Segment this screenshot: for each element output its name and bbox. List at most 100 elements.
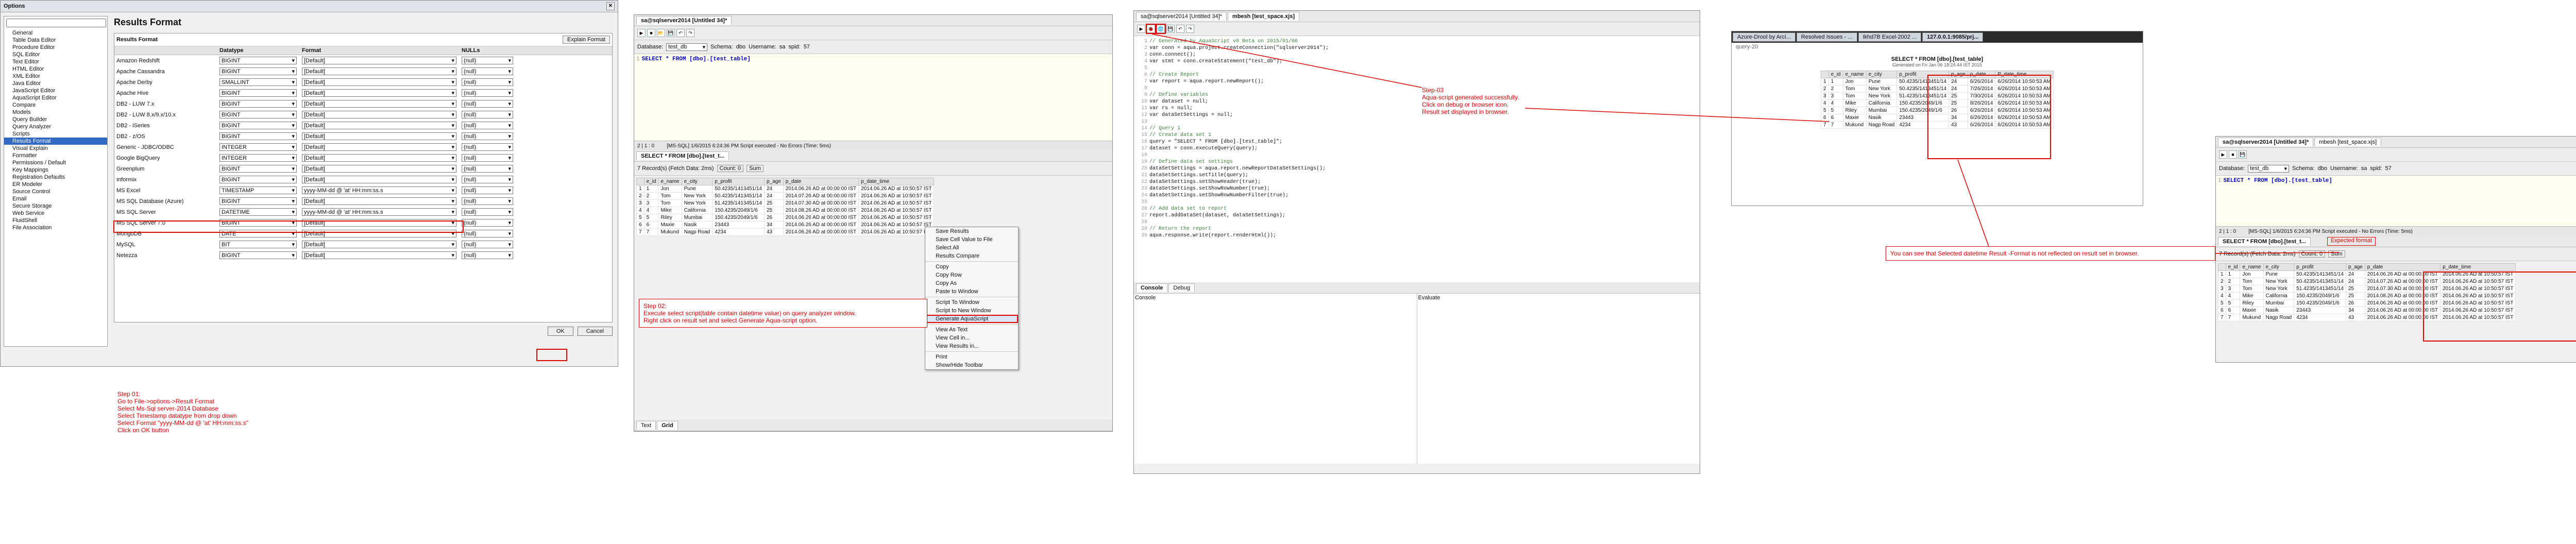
menu-item[interactable]: View Results in...: [925, 342, 1018, 350]
grid-cell[interactable]: 150.4235/2049/1/6: [2294, 299, 2346, 307]
grid-cell[interactable]: 2014.06.26 AD at 10:50:57 IST: [858, 192, 935, 200]
nulls-select[interactable]: (null) ▾: [462, 89, 513, 97]
grid-cell[interactable]: 2014.06.26 AD at 10:50:57 IST: [858, 207, 935, 214]
grid-cell[interactable]: 26: [764, 214, 784, 222]
grid-cell[interactable]: Maxie: [1842, 114, 1867, 122]
grid-cell[interactable]: 4: [1821, 99, 1829, 107]
grid-cell[interactable]: Nagp Road: [2263, 314, 2295, 321]
grid-cell[interactable]: 51.4235/1413451/14: [2294, 285, 2346, 293]
grid-cell[interactable]: 1: [2225, 270, 2241, 278]
tree-item[interactable]: Formatter: [4, 152, 107, 159]
nulls-select[interactable]: (null) ▾: [462, 208, 513, 216]
datatype-select[interactable]: BIGINT ▾: [219, 176, 297, 183]
grid-cell[interactable]: 7: [2218, 314, 2226, 321]
nulls-select[interactable]: (null) ▾: [462, 176, 513, 183]
grid-cell[interactable]: Jon: [2240, 270, 2264, 278]
tree-item[interactable]: Key Mappings: [4, 166, 107, 174]
grid-cell[interactable]: 150.4235/2049/1/6: [712, 214, 765, 222]
datatype-select[interactable]: BIGINT ▾: [219, 197, 297, 205]
browser-tab-4[interactable]: 127.0.0.1:9085/prj...: [1922, 32, 1984, 42]
grid-cell[interactable]: 2: [636, 192, 645, 200]
nulls-select[interactable]: (null) ▾: [462, 165, 513, 173]
text-tab[interactable]: Text: [636, 421, 656, 430]
menu-item[interactable]: Copy As: [925, 279, 1018, 287]
datatype-select[interactable]: BIGINT ▾: [219, 111, 297, 118]
grid-tab[interactable]: Grid: [657, 421, 678, 430]
grid-header-cell[interactable]: [636, 178, 645, 185]
grid-cell[interactable]: 34: [2345, 307, 2365, 314]
grid-cell[interactable]: 2014.06.26 AD at 00:00:00 IST: [783, 221, 859, 229]
tree-item[interactable]: Email: [4, 195, 107, 202]
database-select[interactable]: test_db ▾: [666, 43, 708, 51]
format-select[interactable]: [Default] ▾: [302, 251, 456, 259]
tree-item[interactable]: Table Data Editor: [4, 37, 107, 44]
grid-cell[interactable]: Jon: [1842, 78, 1867, 86]
save-icon[interactable]: 💾: [667, 29, 675, 37]
browser-tab-2[interactable]: Resolved Issues - ...: [1796, 32, 1857, 42]
tree-item[interactable]: Registration Defaults: [4, 174, 107, 181]
format-select[interactable]: [Default] ▾: [302, 165, 456, 173]
grid-cell[interactable]: 5: [643, 214, 659, 222]
close-icon[interactable]: ✕: [606, 2, 615, 10]
stop-icon[interactable]: ■: [647, 29, 655, 37]
nulls-select[interactable]: (null) ▾: [462, 100, 513, 108]
save-icon[interactable]: 💾: [1166, 25, 1175, 33]
grid-cell[interactable]: 25: [2345, 285, 2365, 293]
grid-cell[interactable]: 150.4235/2049/1/6: [712, 207, 765, 214]
run-icon[interactable]: ▶: [1137, 25, 1145, 33]
table-row[interactable]: 1 1 Jon Pune 50.4235/1413451/14 24 2014.06.26 …: [636, 185, 935, 193]
format-select[interactable]: [Default] ▾: [302, 132, 456, 140]
datatype-select[interactable]: BIGINT ▾: [219, 67, 297, 75]
grid-cell[interactable]: 7: [1821, 121, 1829, 129]
menu-item[interactable]: Save Cell Value to File: [925, 235, 1018, 244]
datatype-select[interactable]: BIGINT ▾: [219, 165, 297, 173]
grid-cell[interactable]: Nagp Road: [1866, 121, 1897, 129]
grid-header-cell[interactable]: e_name: [2240, 263, 2264, 271]
grid-cell[interactable]: California: [681, 207, 713, 214]
format-select[interactable]: [Default] ▾: [302, 67, 456, 75]
format-select[interactable]: [Default] ▾: [302, 143, 456, 151]
menu-item[interactable]: Copy Row: [925, 271, 1018, 279]
grid-cell[interactable]: 34: [764, 221, 784, 229]
grid-cell[interactable]: 4234: [712, 228, 765, 236]
grid-cell[interactable]: Tom: [658, 199, 682, 207]
qa-tab-1[interactable]: sa@sqlserver2014 [Untitled 34]*: [636, 16, 732, 25]
tree-item[interactable]: Visual Explain: [4, 145, 107, 152]
grid-header-cell[interactable]: e_name: [1842, 71, 1867, 78]
format-select[interactable]: [Default] ▾: [302, 241, 456, 248]
nulls-select[interactable]: (null) ▾: [462, 251, 513, 259]
datatype-select[interactable]: BIGINT ▾: [219, 132, 297, 140]
grid-cell[interactable]: Mukund: [2240, 314, 2264, 321]
grid-cell[interactable]: Pune: [681, 185, 713, 193]
grid-cell[interactable]: 6: [2218, 307, 2226, 314]
grid-header-cell[interactable]: p_date: [2364, 263, 2441, 271]
grid-cell[interactable]: 50.4235/1413451/14: [712, 192, 765, 200]
tree-item[interactable]: Compare: [4, 101, 107, 109]
grid-header-cell[interactable]: e_id: [2225, 263, 2241, 271]
tree-item[interactable]: Models: [4, 109, 107, 116]
grid-cell[interactable]: 43: [764, 228, 784, 236]
grid-cell[interactable]: Maxie: [2240, 307, 2264, 314]
menu-item[interactable]: View Cell in...: [925, 334, 1018, 342]
grid-header-cell[interactable]: e_name: [658, 178, 682, 185]
grid-cell[interactable]: 6: [636, 221, 645, 229]
menu-item[interactable]: Results Compare: [925, 252, 1018, 260]
nulls-select[interactable]: (null) ▾: [462, 219, 513, 227]
grid-cell[interactable]: 24: [764, 185, 784, 193]
tree-item[interactable]: Source Control: [4, 188, 107, 195]
grid-cell[interactable]: 2014.06.26 AD at 10:50:57 IST: [858, 214, 935, 222]
format-select[interactable]: [Default] ▾: [302, 100, 456, 108]
grid-cell[interactable]: 7: [1828, 121, 1843, 129]
grid-cell[interactable]: 4234: [2294, 314, 2346, 321]
cancel-button[interactable]: Cancel: [577, 327, 613, 336]
grid-cell[interactable]: 4: [1828, 99, 1843, 107]
grid-header-cell[interactable]: e_city: [2263, 263, 2295, 271]
grid-cell[interactable]: Maxie: [658, 221, 682, 229]
qa2-editor[interactable]: 1 SELECT * FROM [dbo].[test_table]: [2216, 176, 2576, 226]
datatype-select[interactable]: INTEGER ▾: [219, 143, 297, 151]
table-row[interactable]: 2 2 Tom New York 50.4235/1413451/14 24 2014.07…: [636, 192, 935, 200]
grid-cell[interactable]: Mike: [658, 207, 682, 214]
grid-cell[interactable]: 50.4235/1413451/14: [2294, 270, 2346, 278]
grid-header-cell[interactable]: [2218, 263, 2226, 271]
grid-cell[interactable]: Nasik: [2263, 307, 2295, 314]
